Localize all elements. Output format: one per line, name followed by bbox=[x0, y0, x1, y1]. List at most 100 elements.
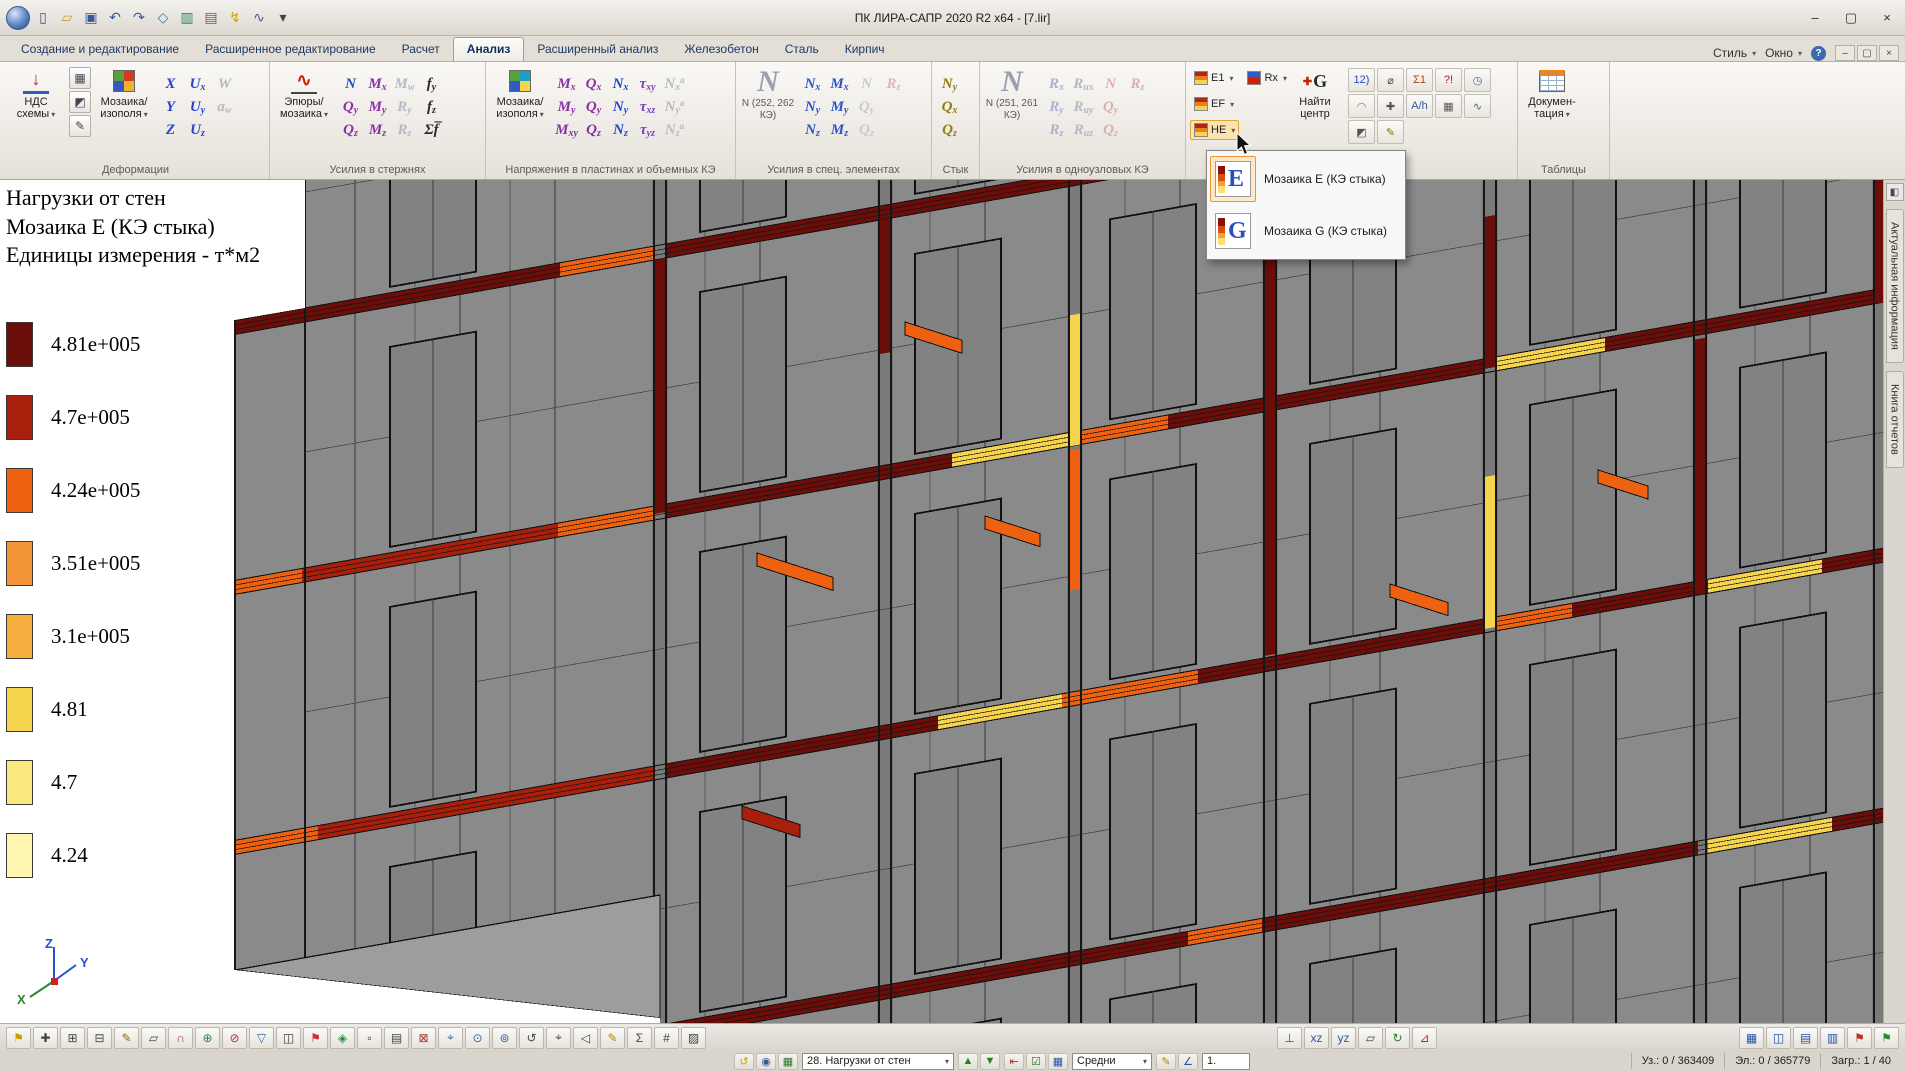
ribbon-letter-button[interactable]: Nx bbox=[607, 73, 634, 96]
pencil-icon[interactable]: ✎ bbox=[69, 115, 91, 137]
isofields-icon[interactable]: ◩ bbox=[1348, 120, 1375, 144]
redo-icon[interactable]: ↷ bbox=[128, 7, 150, 29]
ribbon-letter-button[interactable]: Mw bbox=[391, 73, 418, 96]
mesh-toggle-icon[interactable]: ▦ bbox=[778, 1053, 798, 1070]
ribbon-letter-button[interactable]: Rux bbox=[1070, 73, 1097, 96]
report-icon[interactable]: ✎ bbox=[1377, 120, 1404, 144]
ribbon-letter-button[interactable]: My bbox=[553, 96, 580, 119]
red-flag-icon[interactable]: ⚑ bbox=[1847, 1027, 1872, 1049]
move-view-icon[interactable]: ⌖ bbox=[546, 1027, 571, 1049]
ribbon-tab[interactable]: Расширенный анализ bbox=[524, 38, 671, 61]
ribbon-letter-button[interactable]: Nz bbox=[799, 119, 826, 142]
ribbon-letter-button[interactable]: Mz bbox=[364, 119, 391, 142]
maximize-button[interactable]: ▢ bbox=[1833, 4, 1869, 32]
zoom-in-icon[interactable]: ⊙ bbox=[465, 1027, 490, 1049]
ribbon-letter-button[interactable]: Z bbox=[157, 119, 184, 142]
ribbon-letter-button[interactable]: Ny bbox=[936, 73, 963, 96]
select-by-number-icon[interactable]: 12) bbox=[1348, 68, 1375, 92]
erase-icon[interactable]: ⊠ bbox=[411, 1027, 436, 1049]
ribbon-letter-button[interactable]: Nza bbox=[661, 119, 688, 142]
view-side-icon[interactable]: yz bbox=[1331, 1027, 1356, 1049]
ribbon-letter-button[interactable]: Uz bbox=[184, 119, 211, 142]
scale-value-field[interactable]: 1. bbox=[1202, 1053, 1250, 1070]
filter-icon[interactable]: ▽ bbox=[249, 1027, 274, 1049]
ribbon-letter-button[interactable]: Ny bbox=[799, 96, 826, 119]
ribbon-letter-button[interactable]: Nya bbox=[661, 96, 688, 119]
mosaic-mode-icon[interactable]: ▦ bbox=[1048, 1053, 1068, 1070]
special-forces-button[interactable]: N N (252, 262 КЭ) bbox=[740, 65, 796, 121]
tools-icon[interactable]: ✚ bbox=[1377, 94, 1404, 118]
ribbon-letter-button[interactable]: Ny bbox=[607, 96, 634, 119]
ribbon-letter-button[interactable]: Ruy bbox=[1070, 96, 1097, 119]
units-icon[interactable]: A/h bbox=[1406, 94, 1433, 118]
mosaic-menu-item[interactable]: G Мозаика G (КЭ стыка) bbox=[1207, 205, 1405, 257]
view-plan-icon[interactable]: xz bbox=[1304, 1027, 1329, 1049]
pan-icon[interactable]: ✚ bbox=[33, 1027, 58, 1049]
window-menu[interactable]: Окно▾ bbox=[1765, 46, 1802, 60]
ribbon-letter-button[interactable]: Y bbox=[157, 96, 184, 119]
close-button[interactable]: × bbox=[1869, 4, 1905, 32]
ribbon-tab[interactable]: Расчет bbox=[389, 38, 453, 61]
ribbon-letter-button[interactable]: X bbox=[157, 73, 184, 96]
ribbon-letter-button[interactable]: Qy bbox=[853, 96, 880, 119]
panel-expand-icon[interactable]: ◧ bbox=[1886, 183, 1904, 201]
ribbon-letter-button[interactable]: τxz bbox=[634, 96, 661, 119]
model-3d-icon[interactable]: ◇ bbox=[152, 7, 174, 29]
undo-icon[interactable]: ↶ bbox=[104, 7, 126, 29]
qat-more-icon[interactable]: ▾ bbox=[272, 7, 294, 29]
ribbon-letter-button[interactable]: N bbox=[853, 73, 880, 96]
ribbon-letter-button[interactable]: τxy bbox=[634, 73, 661, 96]
ribbon-letter-button[interactable]: Nx bbox=[799, 73, 826, 96]
ribbon-letter-button[interactable]: Rx bbox=[1043, 73, 1070, 96]
ribbon-tab[interactable]: Создание и редактирование bbox=[8, 38, 192, 61]
view-dimetry-icon[interactable]: ▱ bbox=[1358, 1027, 1383, 1049]
angle-mode-icon[interactable]: ∠ bbox=[1178, 1053, 1198, 1070]
ribbon-letter-button[interactable]: Rz bbox=[1124, 73, 1151, 96]
ribbon-letter-button[interactable]: Σf̅ bbox=[418, 119, 445, 142]
mode-select[interactable]: Средни ▾ bbox=[1072, 1053, 1152, 1070]
he-mosaic-button[interactable]: НЕ▾ bbox=[1190, 120, 1239, 140]
ribbon-letter-button[interactable]: Qz bbox=[580, 119, 607, 142]
ribbon-tab[interactable]: Железобетон bbox=[671, 38, 771, 61]
first-load-icon[interactable]: ⇤ bbox=[1004, 1053, 1024, 1070]
ribbon-letter-button[interactable]: Qx bbox=[580, 73, 607, 96]
polygon-select-icon[interactable]: ◈ bbox=[330, 1027, 355, 1049]
ribbon-letter-button[interactable]: W bbox=[211, 73, 238, 96]
grid-window-icon[interactable]: ▥ bbox=[1820, 1027, 1845, 1049]
minimize-button[interactable]: – bbox=[1797, 4, 1833, 32]
mosaic-menu-item[interactable]: E Мозаика E (КЭ стыка) bbox=[1207, 153, 1405, 205]
single-node-forces-button[interactable]: N N (251, 261 КЭ) bbox=[984, 65, 1040, 121]
charts-icon[interactable]: ∿ bbox=[248, 7, 270, 29]
edit-value-icon[interactable]: ✎ bbox=[1156, 1053, 1176, 1070]
ribbon-letter-button[interactable] bbox=[880, 119, 907, 142]
save-icon[interactable]: ▣ bbox=[80, 7, 102, 29]
style-menu[interactable]: Стиль▾ bbox=[1713, 46, 1756, 60]
tab-report-book[interactable]: Книга отчетов bbox=[1886, 371, 1904, 468]
find-center-button[interactable]: ✚G Найти центр bbox=[1285, 65, 1345, 123]
ribbon-letter-button[interactable]: Mxy bbox=[553, 119, 580, 142]
flag-tool-icon[interactable]: ⚑ bbox=[6, 1027, 31, 1049]
ribbon-letter-button[interactable]: Mx bbox=[364, 73, 391, 96]
view-isometry-icon[interactable]: ⊿ bbox=[1412, 1027, 1437, 1049]
ribbon-letter-button[interactable]: Qz bbox=[853, 119, 880, 142]
documentation-button[interactable]: Докумен-тация▾ bbox=[1522, 65, 1582, 123]
new-document-icon[interactable]: ▯ bbox=[32, 7, 54, 29]
ribbon-letter-button[interactable]: Qx bbox=[936, 96, 963, 119]
ribbon-letter-button[interactable]: Ruz bbox=[1070, 119, 1097, 142]
ribbon-letter-button[interactable]: Ux bbox=[184, 73, 211, 96]
app-logo-icon[interactable] bbox=[6, 6, 30, 30]
ribbon-tab[interactable]: Расширенное редактирование bbox=[192, 38, 389, 61]
draw-rod-icon[interactable]: ✎ bbox=[114, 1027, 139, 1049]
ribbon-letter-button[interactable]: Nz bbox=[607, 119, 634, 142]
mesh-icon[interactable]: ▦ bbox=[1435, 94, 1462, 118]
manual-icon[interactable]: ▤ bbox=[200, 7, 222, 29]
previous-view-icon[interactable]: ◁ bbox=[573, 1027, 598, 1049]
grid-step-icon[interactable]: ⊞ bbox=[60, 1027, 85, 1049]
target-icon[interactable]: ⌖ bbox=[438, 1027, 463, 1049]
ribbon-letter-button[interactable]: Qy bbox=[337, 96, 364, 119]
graph-icon[interactable]: ∿ bbox=[1464, 94, 1491, 118]
third-window-icon[interactable]: ▤ bbox=[1793, 1027, 1818, 1049]
ribbon-letter-button[interactable] bbox=[211, 119, 238, 142]
ribbon-letter-button[interactable] bbox=[1124, 119, 1151, 142]
node-select-icon[interactable]: ▫ bbox=[357, 1027, 382, 1049]
